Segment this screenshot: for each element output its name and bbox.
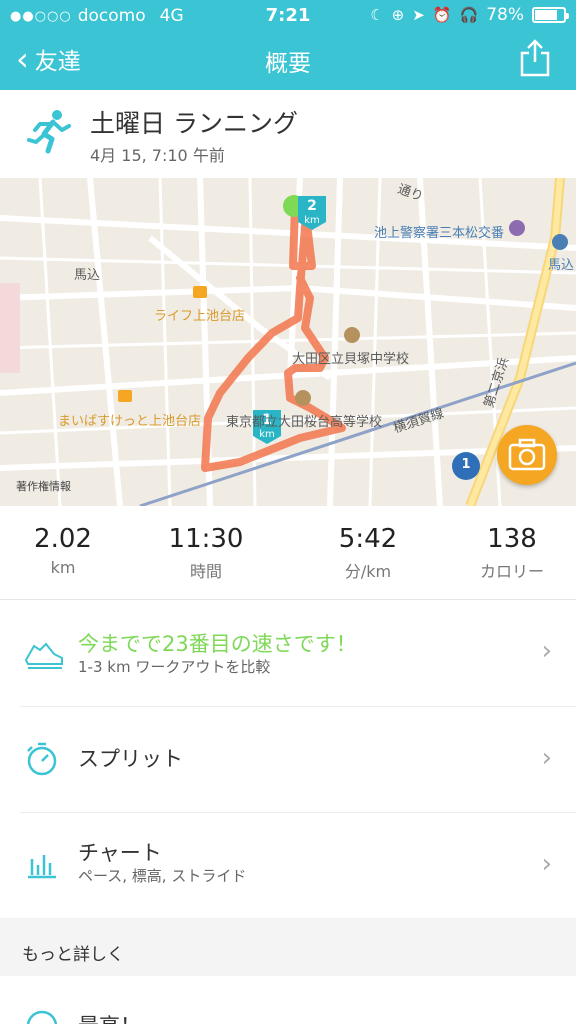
stat-duration-value: 11:30 — [168, 524, 244, 554]
stat-pace: 5:42 分/km — [308, 524, 428, 582]
chart-title: チャート — [78, 841, 162, 865]
record-row[interactable]: 今までで23番目の速さです！ 1-3 km ワークアウトを比較 › — [0, 600, 576, 706]
life-store-label: ライフ上池台店 — [154, 309, 246, 324]
chevron-right-icon: › — [541, 849, 552, 879]
location-icon: ➤ — [412, 6, 425, 24]
activity-date: 4月 15, 7:10 午前 — [90, 146, 225, 165]
shoe-icon — [24, 642, 63, 669]
chart-row[interactable]: チャート ペース, 標高, ストライド › — [0, 813, 576, 918]
stat-distance: 2.02 km — [3, 524, 123, 577]
moon-icon: ☾ — [370, 6, 384, 24]
school-label: 大田区立貝塚中学校 — [292, 352, 410, 367]
camera-icon — [508, 438, 546, 471]
stopwatch-icon — [27, 742, 57, 776]
copyright-link[interactable]: 著作権情報 — [16, 478, 71, 494]
status-bar: ●●○○○ docomo 4G 7:21 ☾ ⊕ ➤ ⏰ 🎧 78% — [0, 0, 576, 32]
km-marker-2-unit: km — [304, 215, 320, 226]
police-label: 池上警察署三本松交番 — [374, 226, 505, 241]
camera-button[interactable] — [497, 425, 557, 485]
umagome-station-label: 馬込 — [548, 258, 575, 273]
maibasuket-label: まいばすけっと上池台店 — [58, 414, 202, 429]
more-details-section: もっと詳しく — [0, 918, 576, 976]
route-number-badge: 1 — [461, 457, 471, 472]
route-map[interactable]: 2 km 1 km 通り 池上警察署三本松交番 馬込 馬込 ライフ上池台店 大田… — [0, 178, 576, 506]
activity-header: 土曜日 ランニング 4月 15, 7:10 午前 — [0, 90, 576, 178]
top-bar: ●●○○○ docomo 4G 7:21 ☾ ⊕ ➤ ⏰ 🎧 78% ‹ 友達 … — [0, 0, 576, 90]
chevron-right-icon: › — [541, 743, 552, 773]
record-subtitle: 1-3 km ワークアウトを比較 — [78, 658, 271, 676]
high-school-label: 東京都立大田桜台高等学校 — [226, 415, 383, 430]
bar-chart-icon — [28, 855, 56, 879]
stat-distance-unit: km — [50, 558, 76, 577]
activity-title: 土曜日 ランニング — [90, 109, 298, 138]
alarm-icon: ⏰ — [432, 6, 452, 24]
splits-row[interactable]: スプリット › — [0, 707, 576, 812]
stat-duration: 11:30 時間 — [146, 524, 266, 582]
stat-duration-unit: 時間 — [189, 562, 222, 581]
splits-title: スプリット — [78, 747, 183, 771]
mountain-icon — [26, 1010, 58, 1024]
battery-percent: 78% — [486, 5, 524, 25]
stat-pace-unit: 分/km — [344, 562, 392, 581]
share-icon[interactable] — [518, 38, 552, 78]
record-title: 今までで23番目の速さです！ — [78, 632, 357, 656]
headphones-icon: 🎧 — [459, 6, 479, 24]
stat-distance-value: 2.02 — [34, 524, 92, 554]
elevation-title: 最高！ — [78, 1010, 141, 1024]
chart-subtitle: ペース, 標高, ストライド — [78, 867, 247, 885]
stats-panel: 2.02 km 11:30 時間 5:42 分/km 138 カロリー — [0, 506, 576, 600]
stat-calories-unit: カロリー — [479, 562, 544, 581]
stat-calories: 138 カロリー — [452, 524, 572, 582]
elevation-row[interactable]: 最高！ — [0, 976, 576, 1024]
km-marker-1-unit: km — [259, 429, 275, 440]
battery-icon — [532, 7, 569, 23]
lock-rotation-icon: ⊕ — [391, 6, 405, 24]
umagome-label: 馬込 — [74, 268, 101, 283]
running-icon — [27, 110, 71, 154]
nav-title: 概要 — [265, 51, 311, 77]
stat-calories-value: 138 — [487, 524, 537, 554]
stat-pace-value: 5:42 — [338, 524, 398, 554]
chevron-right-icon: › — [541, 636, 552, 666]
more-details-label: もっと詳しく — [22, 945, 124, 965]
navigation-bar: ‹ 友達 概要 — [0, 32, 576, 90]
km-marker-2-number: 2 — [307, 198, 317, 214]
